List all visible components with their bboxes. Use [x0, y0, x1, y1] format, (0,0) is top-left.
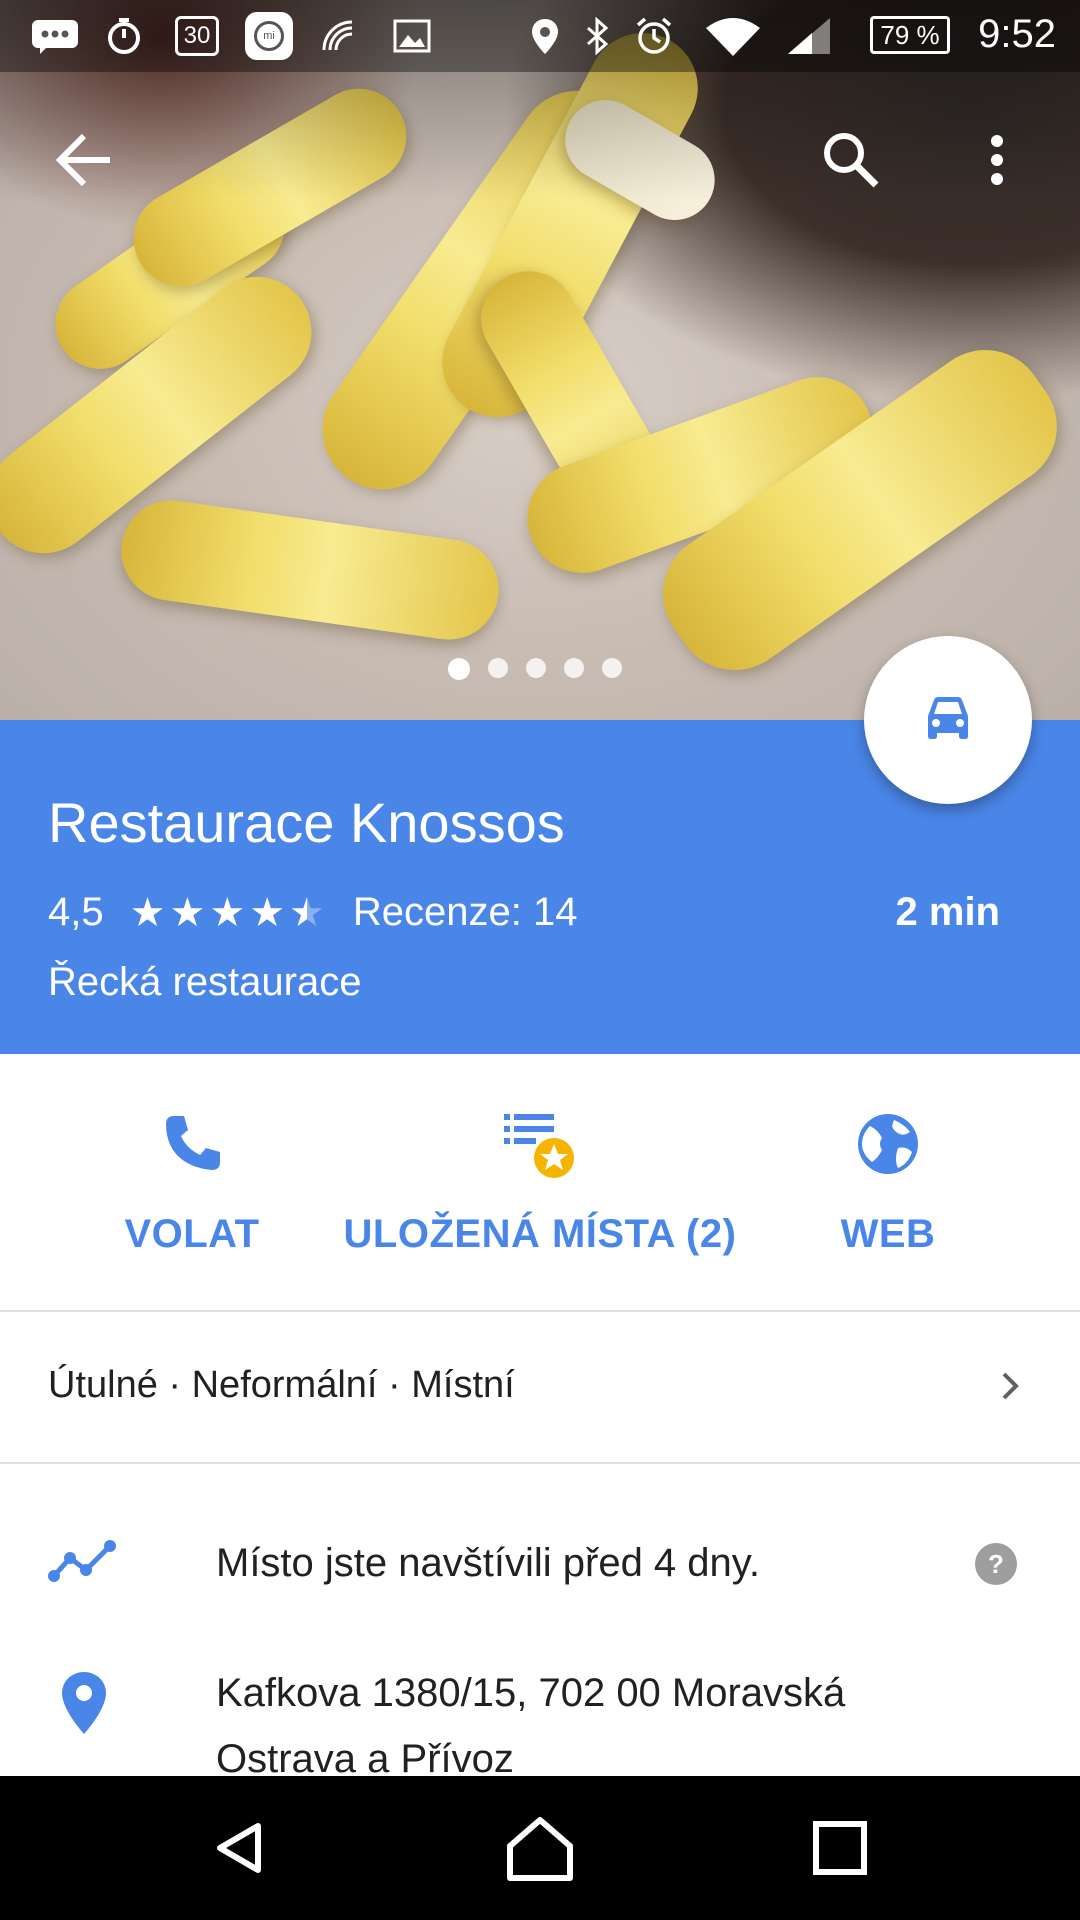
star-icon: ★: [129, 890, 166, 935]
back-arrow-icon[interactable]: [40, 115, 130, 205]
messages-icon: [32, 20, 78, 54]
address-text: Kafkova 1380/15, 702 00 Moravská Ostrava…: [216, 1660, 845, 1776]
call-label: VOLAT: [124, 1212, 260, 1256]
star-icon: ★: [249, 890, 286, 935]
star-icon: ★: [169, 890, 206, 935]
wifi-icon: [706, 18, 760, 56]
photo-dot[interactable]: [526, 658, 546, 678]
photo-dot[interactable]: [564, 658, 584, 678]
directions-button[interactable]: [864, 636, 1032, 804]
photo-dot[interactable]: [448, 658, 470, 680]
photo-pager-dots: [448, 658, 622, 680]
status-time: 9:52: [978, 12, 1056, 56]
navigation-bar: [0, 1776, 1080, 1920]
website-button[interactable]: WEB: [790, 1054, 986, 1310]
timeline-icon: [48, 1540, 116, 1582]
action-row: VOLAT ULOŽENÁ MÍSTA (2) WEB: [0, 1054, 1080, 1310]
signal-icon: [788, 18, 830, 54]
address-line-1: Kafkova 1380/15, 702 00 Moravská: [216, 1671, 846, 1715]
rating-row[interactable]: 4,5 ★ ★ ★ ★ ★ Recenze: 14: [48, 890, 578, 935]
rating-value: 4,5: [48, 890, 104, 934]
more-options-icon[interactable]: [952, 115, 1042, 205]
mi-icon: mi: [245, 12, 293, 60]
call-button[interactable]: VOLAT: [80, 1054, 304, 1310]
place-title: Restaurace Knossos: [48, 791, 565, 854]
nfc-icon: [322, 20, 353, 51]
home-nav-icon[interactable]: [490, 1798, 590, 1898]
photo-dot[interactable]: [488, 658, 508, 678]
visit-history-text: Místo jste navštívili před 4 dny.: [216, 1541, 760, 1585]
chevron-right-icon: [1002, 1372, 1019, 1400]
location-pin-icon: [62, 1672, 106, 1734]
place-category: Řecká restaurace: [48, 960, 362, 1004]
half-star-icon: ★: [289, 890, 325, 935]
photo-dot[interactable]: [602, 658, 622, 678]
star-icon: ★: [209, 890, 246, 935]
search-icon[interactable]: [806, 115, 896, 205]
star-rating: ★ ★ ★ ★ ★: [130, 893, 325, 933]
globe-icon: [858, 1114, 918, 1174]
stopwatch-icon: [108, 18, 140, 54]
svg-text:?: ?: [988, 1549, 1004, 1579]
saved-places-button[interactable]: ULOŽENÁ MÍSTA (2): [330, 1054, 750, 1310]
review-count[interactable]: Recenze: 14: [353, 890, 578, 935]
bluetooth-icon: [587, 16, 609, 56]
car-icon: [928, 697, 968, 739]
alarm-icon: [636, 17, 672, 54]
place-photo[interactable]: [0, 0, 1080, 720]
saved-places-label: ULOŽENÁ MÍSTA (2): [343, 1212, 737, 1256]
recents-nav-icon[interactable]: [790, 1798, 890, 1898]
location-icon: [532, 19, 558, 54]
attributes-text: Útulné · Neformální · Místní: [48, 1364, 515, 1406]
back-nav-icon[interactable]: [190, 1798, 290, 1898]
battery-icon: 79 %: [870, 16, 950, 54]
calendar-icon: 30: [175, 16, 219, 56]
website-label: WEB: [840, 1212, 936, 1256]
status-bar: 30 mi 79 % 9:52: [0, 0, 1080, 72]
attributes-row[interactable]: Útulné · Neformální · Místní: [0, 1312, 1080, 1462]
drive-time: 2 min: [895, 890, 1000, 934]
visit-history-row[interactable]: Místo jste navštívili před 4 dny. ?: [0, 1520, 1080, 1610]
image-icon: [393, 19, 431, 53]
divider: [0, 1462, 1080, 1464]
address-row[interactable]: Kafkova 1380/15, 702 00 Moravská Ostrava…: [0, 1660, 1080, 1776]
address-line-2: Ostrava a Přívoz: [216, 1737, 514, 1776]
phone-icon: [166, 1116, 220, 1170]
help-icon[interactable]: ?: [974, 1542, 1018, 1586]
saved-list-star-icon: [504, 1114, 574, 1178]
